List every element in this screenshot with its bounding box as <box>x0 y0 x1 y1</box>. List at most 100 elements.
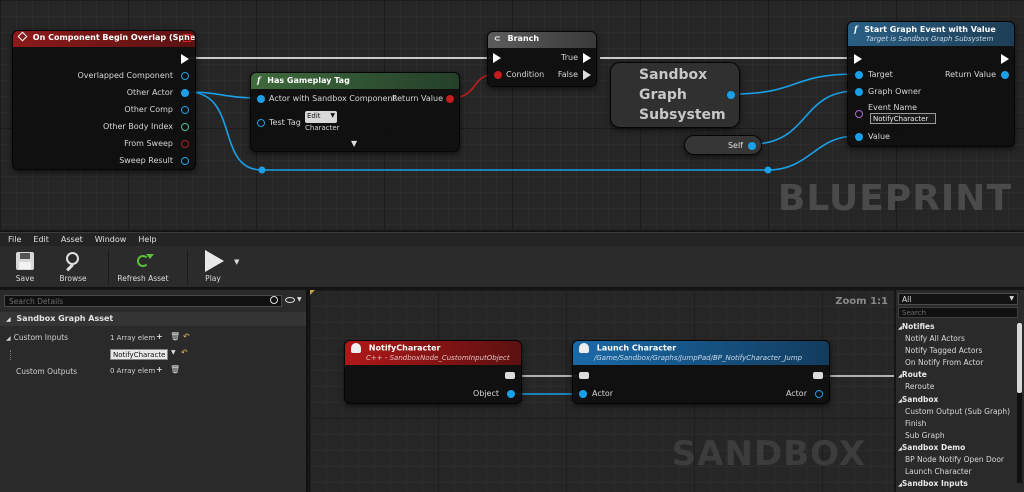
start-exec-in-pin[interactable] <box>854 54 862 64</box>
actor-out-pin[interactable] <box>815 390 823 398</box>
browse-label: Browse <box>59 274 87 283</box>
palette-list: ◢Notifies Notify All Actors Notify Tagge… <box>896 321 1014 490</box>
palette-item[interactable]: On Notify From Actor <box>896 357 1014 369</box>
menu-help[interactable]: Help <box>138 235 156 244</box>
self-node[interactable]: Self <box>684 135 762 155</box>
actor-with-sandbox-component-pin[interactable] <box>257 95 265 103</box>
play-button[interactable]: Play <box>194 250 232 283</box>
start-target-pin[interactable] <box>855 71 863 79</box>
add-element-icon[interactable]: + <box>156 365 163 374</box>
branch-condition-pin[interactable] <box>494 71 502 79</box>
delegate-square-icon[interactable] <box>183 34 191 42</box>
custom-outputs-label: Custom Outputs <box>16 367 78 376</box>
actor-in-pin[interactable] <box>579 390 587 398</box>
branch-exec-in-pin[interactable] <box>493 53 501 63</box>
exec-out-plug-icon[interactable] <box>813 372 823 379</box>
play-options-dropdown-icon[interactable]: ▼ <box>234 258 239 266</box>
refresh-asset-button[interactable]: Refresh Asset <box>115 250 171 283</box>
branch-true-pin[interactable] <box>583 53 591 63</box>
palette-item[interactable]: Reroute <box>896 381 1014 393</box>
eye-icon[interactable] <box>285 297 295 303</box>
start-event-name-pin[interactable] <box>855 110 863 118</box>
self-out-pin[interactable] <box>748 142 756 150</box>
expand-arrow-icon[interactable]: ◢ <box>6 335 11 342</box>
start-graph-event-node[interactable]: f Start Graph Event with Value Target is… <box>847 21 1015 147</box>
pin-label-true: True <box>561 53 578 62</box>
chevron-down-icon[interactable]: ▼ <box>351 139 357 148</box>
sweep-result-pin[interactable] <box>181 157 189 165</box>
start-exec-out-pin[interactable] <box>1001 54 1009 64</box>
blueprint-watermark: BLUEPRINT <box>777 178 1012 219</box>
palette-item[interactable]: Launch Character <box>896 466 1014 478</box>
edit-tag-dropdown[interactable]: Edit ▼ <box>305 111 337 123</box>
palette-filter-select[interactable]: All ▼ <box>898 293 1018 305</box>
overlap-exec-out-pin[interactable] <box>181 54 189 64</box>
sandbox-graph-subsystem-node[interactable]: Sandbox Graph Subsystem <box>610 62 740 128</box>
test-tag-pin[interactable] <box>257 119 265 127</box>
palette-category-sandbox-demo[interactable]: ◢Sandbox Demo <box>896 442 1014 454</box>
palette-category-sandbox-inputs[interactable]: ◢Sandbox Inputs <box>896 478 1014 490</box>
palette-item[interactable]: BP Node Notify Open Door <box>896 454 1014 466</box>
palette-item[interactable]: Custom Output (Sub Graph) <box>896 406 1014 418</box>
launch-character-subtitle: /Game/Sandbox/Graphs/JumpPad/BP_NotifyCh… <box>594 354 803 362</box>
branch-false-pin[interactable] <box>583 70 591 80</box>
subsystem-out-pin[interactable] <box>727 91 735 99</box>
event-name-field[interactable]: NotifyCharacter <box>870 113 936 124</box>
reset-icon[interactable]: ↶ <box>183 332 190 341</box>
from-sweep-pin[interactable] <box>181 140 189 148</box>
palette-category-notifies[interactable]: ◢Notifies <box>896 321 1014 333</box>
trash-icon[interactable]: 🗑 <box>170 332 180 341</box>
trash-icon[interactable]: 🗑 <box>170 365 180 374</box>
branch-node[interactable]: ⊂ Branch True Condition False <box>487 31 597 87</box>
palette-search-input[interactable]: Search <box>898 307 1018 318</box>
menu-window[interactable]: Window <box>95 235 127 244</box>
start-value-pin[interactable] <box>855 133 863 141</box>
refresh-icon <box>132 250 154 272</box>
menu-asset[interactable]: Asset <box>61 235 83 244</box>
sandbox-graph[interactable]: Zoom 1:1 NotifyCharacter C++ - SandboxNo… <box>310 290 894 492</box>
dropdown-arrow-icon: ▼ <box>1009 295 1014 302</box>
palette-scrollbar[interactable] <box>1017 323 1022 483</box>
start-return-value-pin[interactable] <box>1001 71 1009 79</box>
other-body-index-pin[interactable] <box>181 123 189 131</box>
add-element-icon[interactable]: + <box>156 332 163 341</box>
palette-item[interactable]: Sub Graph <box>896 430 1014 442</box>
palette-category-sandbox[interactable]: ◢Sandbox <box>896 394 1014 406</box>
exec-in-plug-icon[interactable] <box>579 372 589 379</box>
notify-character-node[interactable]: NotifyCharacter C++ - SandboxNode_Custom… <box>344 340 522 404</box>
overlap-event-node[interactable]: On Component Begin Overlap (Sphere) Over… <box>12 30 196 170</box>
sandbox-graph-asset-category[interactable]: ◢ Sandbox Graph Asset <box>0 312 306 326</box>
other-comp-pin[interactable] <box>181 106 189 114</box>
tag-return-value-pin[interactable] <box>446 95 454 103</box>
search-icon[interactable] <box>270 296 278 304</box>
reset-icon[interactable]: ↶ <box>181 348 188 357</box>
custom-inputs-label: ◢ Custom Inputs <box>6 333 68 342</box>
palette-item[interactable]: Notify Tagged Actors <box>896 345 1014 357</box>
custom-input-item-field[interactable]: NotifyCharacte <box>110 349 168 360</box>
start-graph-owner-pin[interactable] <box>855 88 863 96</box>
character-icon <box>579 343 589 353</box>
launch-character-node[interactable]: Launch Character /Game/Sandbox/Graphs/Ju… <box>572 340 830 404</box>
details-search-input[interactable]: Search Details <box>4 295 282 307</box>
blueprint-graph[interactable]: On Component Begin Overlap (Sphere) Over… <box>0 0 1024 230</box>
graph-corner-marker <box>310 290 315 295</box>
menu-file[interactable]: File <box>8 235 21 244</box>
save-button[interactable]: Save <box>6 250 44 283</box>
palette-category-route[interactable]: ◢Route <box>896 369 1014 381</box>
palette-item[interactable]: Notify All Actors <box>896 333 1014 345</box>
pin-label-actor-out: Actor <box>785 389 807 398</box>
has-gameplay-tag-node[interactable]: f Has Gameplay Tag Actor with Sandbox Co… <box>250 72 460 152</box>
overlapped-component-pin[interactable] <box>181 72 189 80</box>
palette-item[interactable]: Finish <box>896 418 1014 430</box>
exec-out-plug-icon[interactable] <box>505 372 515 379</box>
browse-button[interactable]: Browse <box>54 250 92 283</box>
view-options-arrow-icon[interactable]: ▼ <box>297 296 302 303</box>
palette-scrollbar-thumb[interactable] <box>1017 323 1022 393</box>
other-actor-pin[interactable] <box>181 89 189 97</box>
object-out-pin[interactable] <box>507 390 515 398</box>
notify-character-subtitle: C++ - SandboxNode_CustomInputObject <box>366 354 510 362</box>
pin-label-false: False <box>557 70 578 79</box>
dropdown-arrow-icon[interactable]: ▼ <box>171 349 176 356</box>
menu-edit[interactable]: Edit <box>33 235 49 244</box>
function-icon: f <box>257 75 261 85</box>
